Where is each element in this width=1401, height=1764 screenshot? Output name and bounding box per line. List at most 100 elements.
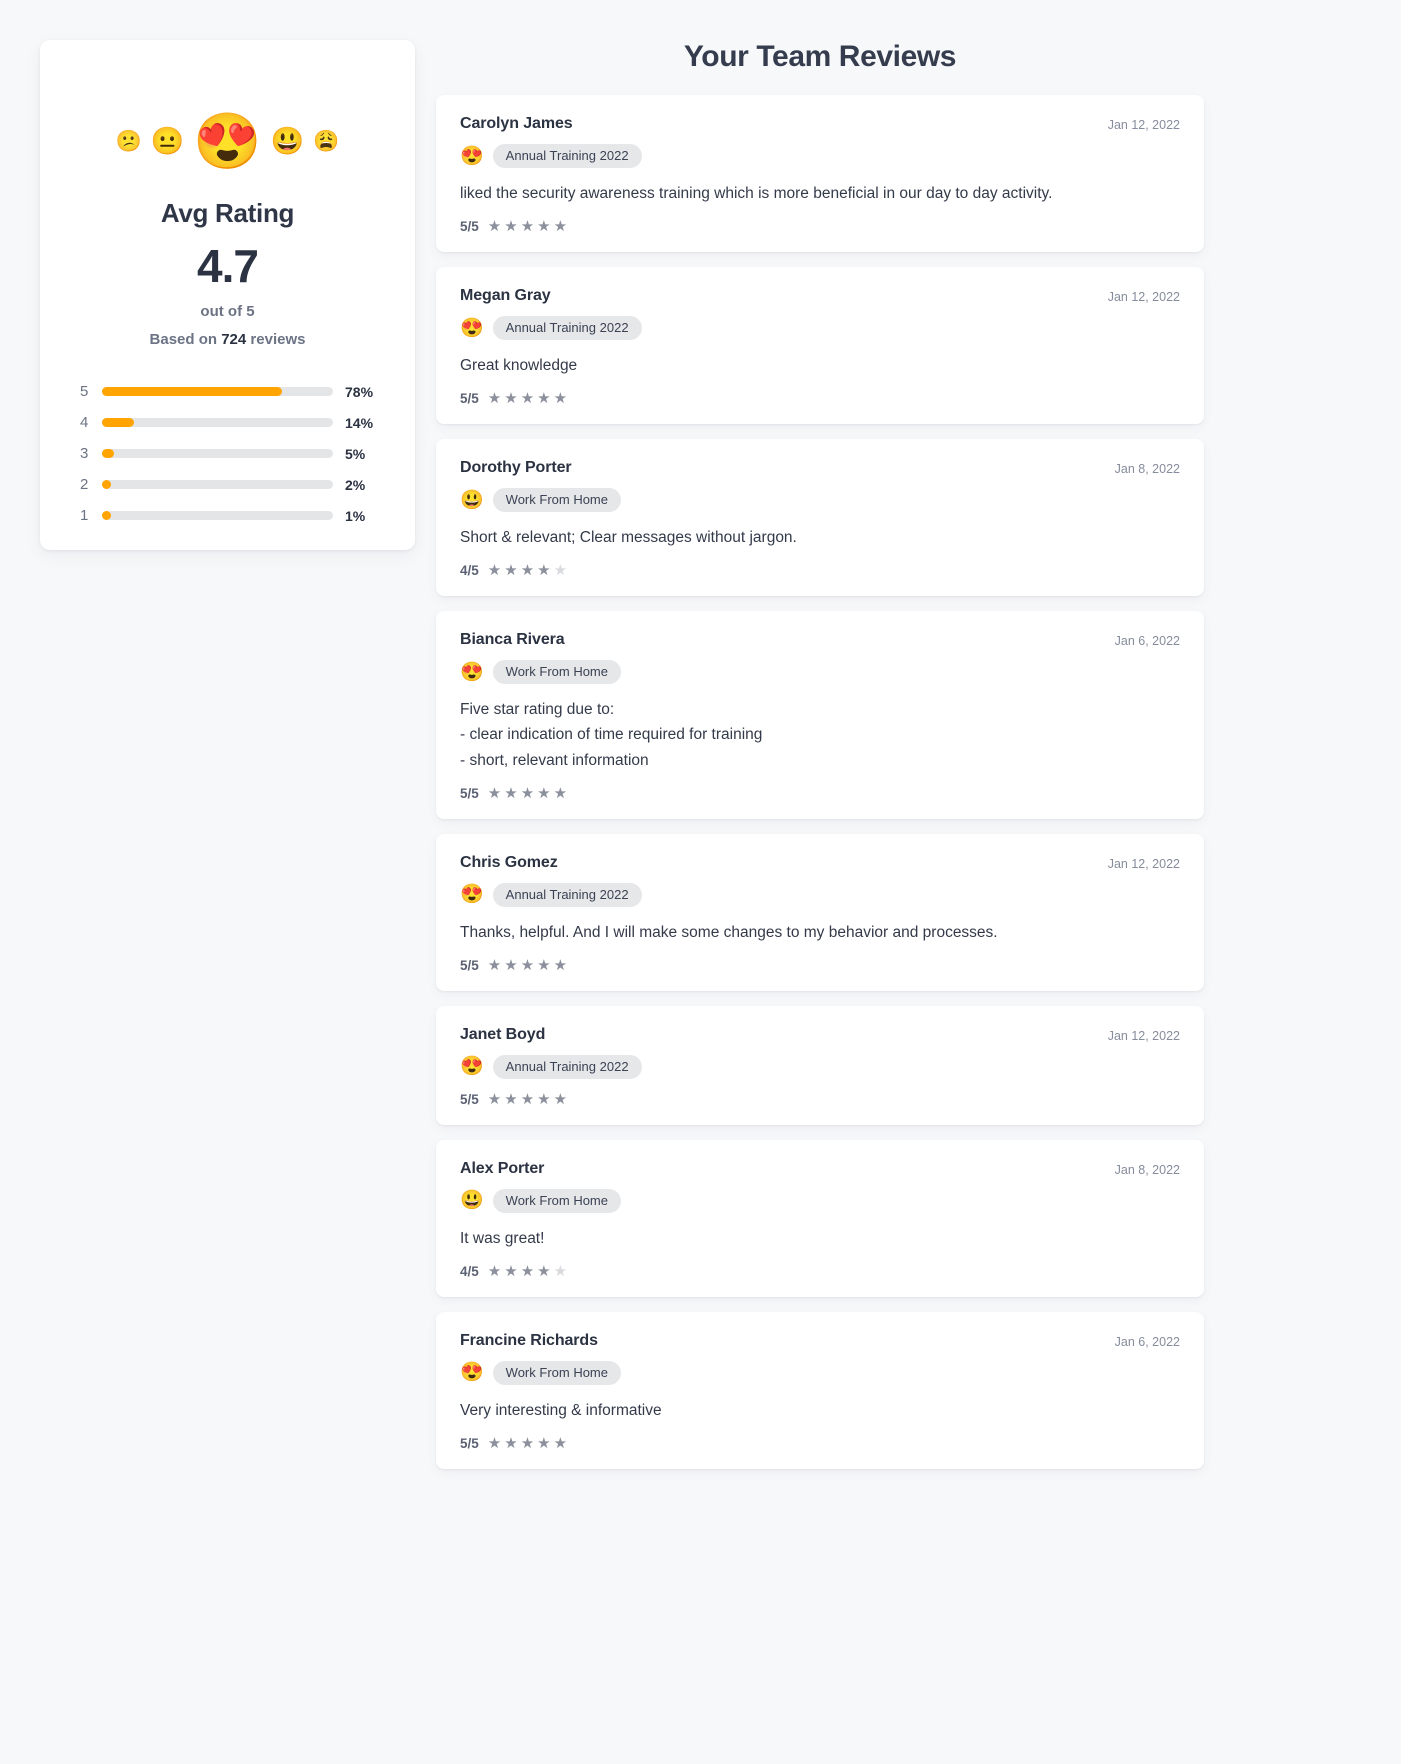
review-date: Jan 6, 2022 [1114,1334,1180,1349]
based-on-prefix: Based on [149,331,222,348]
review-rating: 5/5 ★ ★ ★ ★ ★ [460,219,1180,234]
star-filled-icon: ★ [520,956,535,974]
reviewer-name: Dorothy Porter [460,459,572,477]
review-body-text: It was great! [460,1229,545,1247]
review-rating: 5/5 ★ ★ ★ ★ ★ [460,786,1180,801]
review-rating: 5/5 ★ ★ ★ ★ ★ [460,1436,1180,1451]
rating-bar-track [102,511,333,520]
heart-eyes-emoji: 😍 [460,1362,484,1384]
review-card[interactable]: Carolyn James Jan 12, 2022 😍 Annual Trainin… [436,95,1204,253]
review-header: Janet Boyd Jan 12, 2022 [460,1026,1180,1044]
review-score-text: 5/5 [460,1091,479,1107]
review-card[interactable]: Janet Boyd Jan 12, 2022 😍 Annual Training 2… [436,1005,1204,1125]
star-filled-icon: ★ [487,390,502,408]
rating-bar-track [102,480,333,489]
review-card[interactable]: Alex Porter Jan 8, 2022 😃 Work From Home It … [436,1139,1204,1297]
heart-eyes-emoji: 😍 [460,1056,484,1078]
review-date: Jan 12, 2022 [1107,290,1180,305]
review-category-tag[interactable]: Work From Home [492,1188,621,1213]
review-score-text: 4/5 [460,563,479,579]
rating-distribution-bars: 5 78% 4 14% 3 5% 2 2% 1 1% [40,376,415,531]
avg-rating-summary-card: 😕 😐 😍 😃 😩 Avg Rating 4.7 out of 5 Based … [40,40,415,550]
review-category-tag[interactable]: Annual Training 2022 [492,1054,642,1079]
star-rating: ★ ★ ★ ★ ★ [488,1436,567,1451]
review-score-text: 5/5 [460,391,479,407]
review-body-text: Thanks, helpful. And I will make some ch… [460,923,998,941]
review-header: Dorothy Porter Jan 8, 2022 [460,459,1180,477]
confused-face-emoji: 😕 [115,129,142,153]
review-meta: 😃 Work From Home [460,488,1180,513]
star-filled-icon: ★ [487,1262,502,1280]
rating-bar-label: 2 [80,476,89,493]
rating-bar-row: 5 78% [80,376,391,407]
reviewer-name: Janet Boyd [460,1025,546,1043]
review-date: Jan 6, 2022 [1114,634,1180,649]
review-date: Jan 8, 2022 [1114,462,1180,477]
review-score-text: 5/5 [460,957,479,973]
rating-bar-percent: 1% [345,507,366,524]
review-count-value: 724 [221,331,247,348]
rating-bar-row: 4 14% [80,407,391,438]
review-card[interactable]: Francine Richards Jan 6, 2022 😍 Work From H… [436,1311,1204,1469]
review-rating: 4/5 ★ ★ ★ ★ ★ [460,1264,1180,1279]
star-filled-icon: ★ [537,1262,551,1280]
star-filled-icon: ★ [537,390,551,408]
rating-bar-fill [102,387,283,396]
rating-bar-row: 3 5% [80,438,391,469]
star-filled-icon: ★ [537,956,551,974]
review-category-tag[interactable]: Work From Home [492,488,621,513]
star-filled-icon: ★ [487,562,502,580]
rating-bar-label: 1 [80,507,89,524]
reviewer-name: Carolyn James [460,115,573,132]
review-meta: 😃 Work From Home [460,1188,1180,1213]
star-filled-icon: ★ [537,218,551,236]
star-filled-icon: ★ [537,1090,551,1108]
review-rating: 5/5 ★ ★ ★ ★ ★ [460,1092,1180,1107]
review-card[interactable]: Bianca Rivera Jan 6, 2022 😍 Work From Home F… [436,611,1204,819]
review-card[interactable]: Chris Gomez Jan 12, 2022 😍 Annual Training … [436,833,1204,991]
review-body-text: Short & relevant; Clear messages without… [460,529,797,547]
rating-bar-fill [102,480,111,489]
star-rating: ★ ★ ★ ★ ★ [488,219,567,234]
review-category-tag[interactable]: Work From Home [492,660,621,685]
review-score-text: 5/5 [460,1435,479,1451]
review-card[interactable]: Megan Gray Jan 12, 2022 😍 Annual Training 2… [436,267,1204,425]
star-filled-icon: ★ [553,784,568,802]
star-filled-icon: ★ [520,1090,535,1108]
star-rating: ★ ★ ★ ★ ★ [488,1092,567,1107]
star-filled-icon: ★ [520,1434,535,1452]
neutral-face-emoji: 😐 [150,125,185,156]
star-filled-icon: ★ [537,562,551,580]
review-card[interactable]: Dorothy Porter Jan 8, 2022 😃 Work From Home… [436,439,1204,597]
review-category-tag[interactable]: Annual Training 2022 [492,316,642,341]
heart-eyes-emoji: 😍 [460,661,484,683]
star-filled-icon: ★ [487,956,502,974]
star-filled-icon: ★ [520,1262,535,1280]
review-meta: 😍 Work From Home [460,660,1180,685]
review-score-text: 5/5 [460,219,479,235]
review-meta: 😍 Annual Training 2022 [460,1054,1180,1079]
star-filled-icon: ★ [553,218,568,236]
review-category-tag[interactable]: Annual Training 2022 [492,882,642,907]
review-category-tag[interactable]: Annual Training 2022 [492,144,642,168]
star-filled-icon: ★ [520,784,535,802]
star-rating: ★ ★ ★ ★ ★ [488,391,567,406]
star-rating: ★ ★ ★ ★ ★ [488,563,567,578]
avg-rating-out-of: out of 5 [200,303,255,320]
star-filled-icon: ★ [520,390,535,408]
rating-bar-percent: 2% [345,476,366,493]
review-category-tag[interactable]: Work From Home [492,1360,621,1385]
review-body-text: Great knowledge [460,357,578,375]
review-date: Jan 12, 2022 [1107,118,1180,132]
review-header: Alex Porter Jan 8, 2022 [460,1160,1180,1178]
reviewer-name: Francine Richards [460,1331,598,1349]
review-date: Jan 12, 2022 [1107,1028,1180,1043]
star-empty-icon: ★ [553,562,568,580]
rating-bar-row: 1 1% [80,500,391,531]
review-body-text: liked the security awareness training wh… [460,185,1053,202]
weary-face-emoji: 😩 [313,129,340,153]
rating-bar-percent: 78% [345,383,374,400]
reviewer-name: Megan Gray [460,287,551,305]
rating-bar-fill [102,449,114,458]
star-filled-icon: ★ [504,562,518,580]
